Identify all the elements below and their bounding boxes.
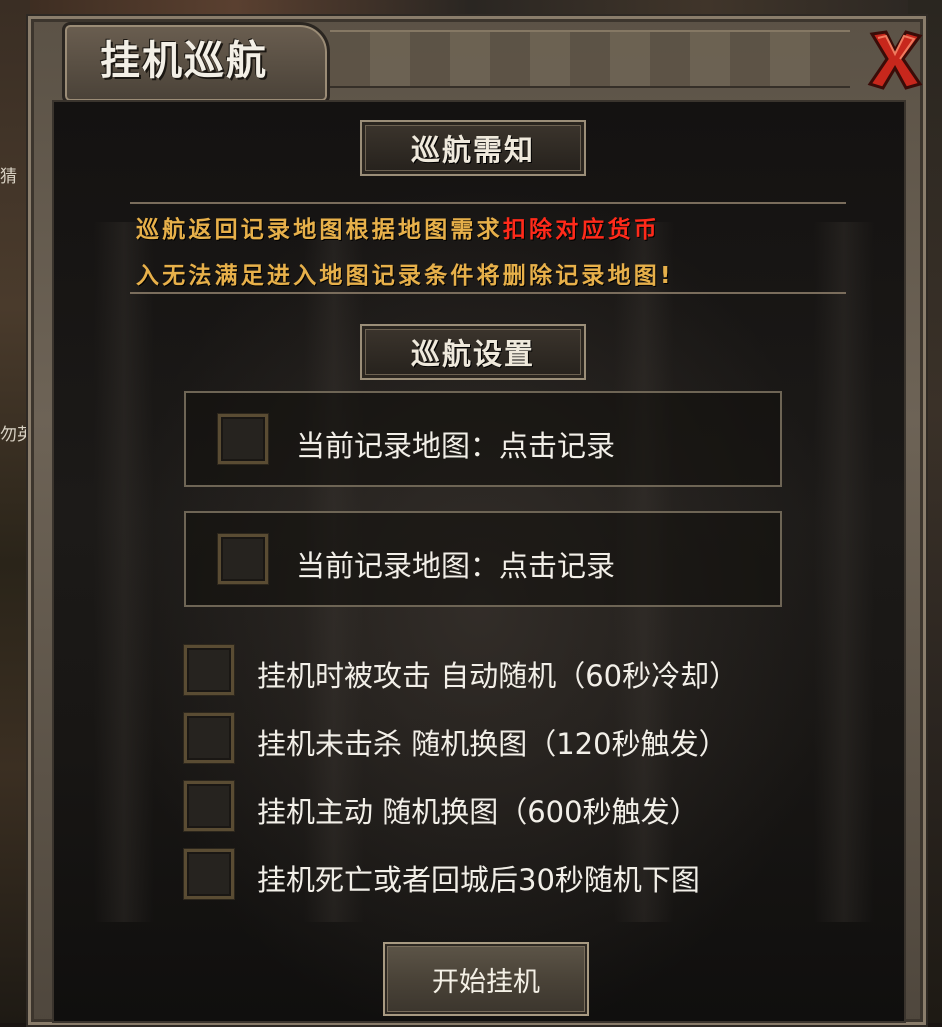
title-bar-ornament <box>330 30 850 88</box>
background-pillar <box>94 222 154 922</box>
record-map-slot-1[interactable]: 当前记录地图：点击记录 <box>184 391 782 487</box>
divider <box>130 292 846 294</box>
record-map-checkbox-2[interactable] <box>218 534 268 584</box>
option-label-active: 挂机主动 随机换图（600秒触发） <box>257 795 699 829</box>
notice-line-1-highlight: 扣除对应货币 <box>502 217 661 243</box>
notice-line-1-text: 巡航返回记录地图根据地图需求 <box>136 217 503 243</box>
option-label-attacked: 挂机时被攻击 自动随机（60秒冷却） <box>257 659 739 693</box>
record-map-slot-2[interactable]: 当前记录地图：点击记录 <box>184 511 782 607</box>
notice-line-2: 入无法满足进入地图记录条件将删除记录地图! <box>136 263 674 289</box>
option-checkbox-attacked[interactable] <box>184 645 234 695</box>
record-map-label-2[interactable]: 当前记录地图：点击记录 <box>296 543 615 585</box>
option-label-no-kill: 挂机未击杀 随机换图（120秒触发） <box>257 727 728 761</box>
background-pillar <box>814 222 874 922</box>
option-label-death: 挂机死亡或者回城后30秒随机下图 <box>257 863 700 897</box>
divider <box>130 202 846 204</box>
option-checkbox-no-kill[interactable] <box>184 713 234 763</box>
window-title: 挂机巡航 <box>100 38 268 84</box>
notice-header: 巡航需知 <box>360 120 586 176</box>
close-button[interactable] <box>866 26 924 92</box>
notice-line-1: 巡航返回记录地图根据地图需求扣除对应货币 <box>136 210 660 244</box>
option-checkbox-death[interactable] <box>184 849 234 899</box>
start-auto-button[interactable]: 开始挂机 <box>383 942 589 1016</box>
settings-header: 巡航设置 <box>360 324 586 380</box>
close-x-icon <box>867 30 923 90</box>
record-map-label-1[interactable]: 当前记录地图：点击记录 <box>296 423 615 465</box>
record-map-checkbox-1[interactable] <box>218 414 268 464</box>
option-checkbox-active[interactable] <box>184 781 234 831</box>
world-edge-text: 猜 <box>0 167 17 187</box>
